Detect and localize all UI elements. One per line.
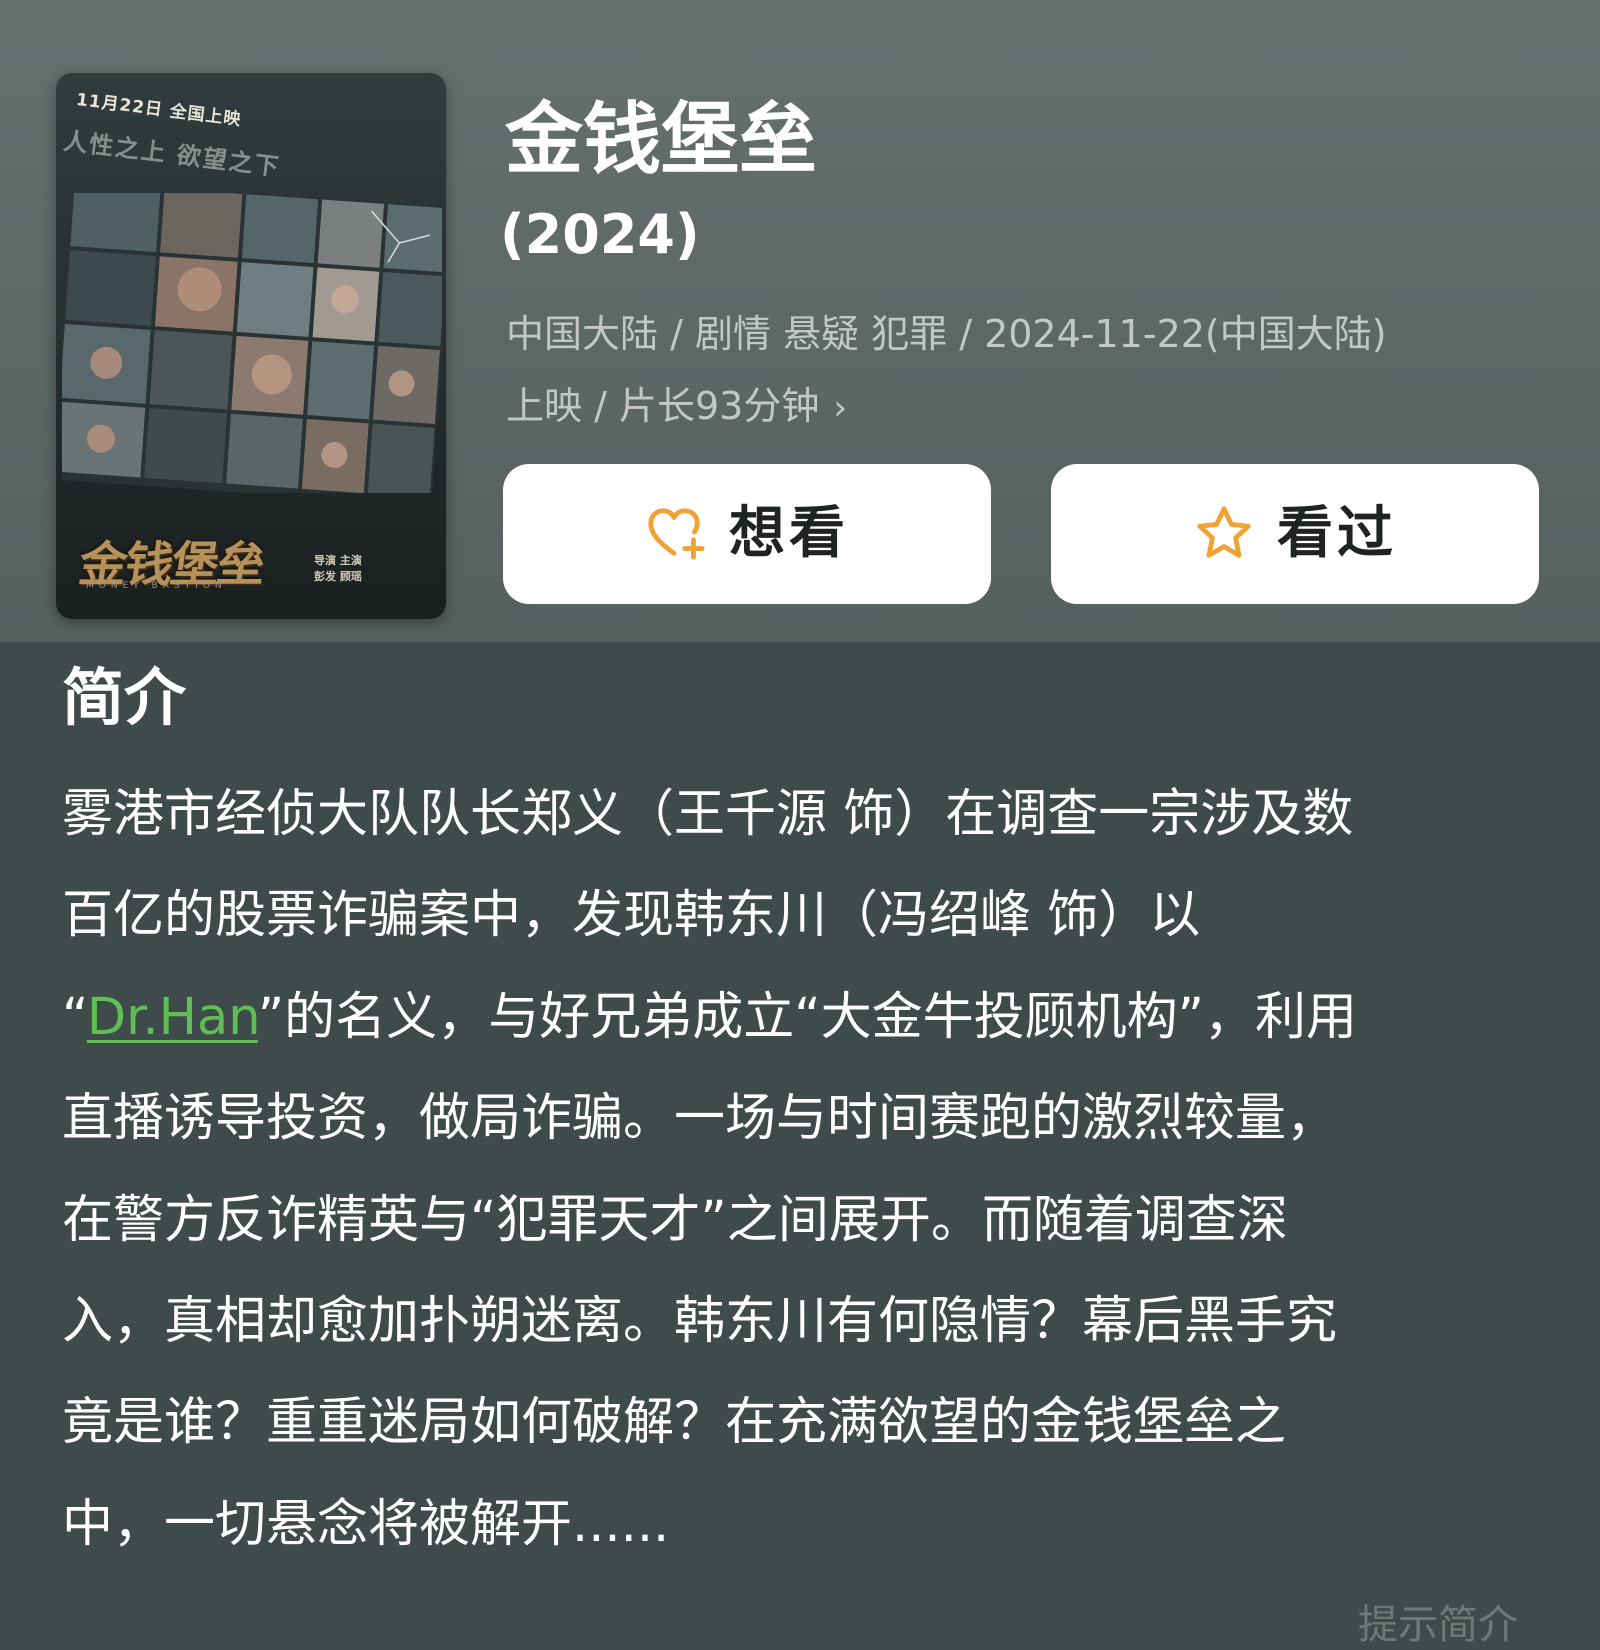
synopsis-line: 在警方反诈精英与“犯罪天才”之间展开。而随着调查深 xyxy=(62,1190,1288,1250)
poster-credits-roles: 导演 主演 xyxy=(314,554,362,567)
synopsis-line: 百亿的股票诈骗案中，发现韩东川（冯绍峰 饰）以 xyxy=(62,886,1201,946)
movie-title: 金钱堡垒 xyxy=(505,95,818,185)
movie-year: (2024) xyxy=(500,203,700,266)
synopsis-line: 雾港市经侦大队队长郑义（王千源 饰）在调查一宗涉及数 xyxy=(62,785,1354,844)
synopsis-line: 竟是谁？重重迷局如何破解？在充满欲望的金钱堡垒之 xyxy=(62,1393,1287,1453)
poster-credits: 导演 主演 彭发 顾瑶 xyxy=(314,553,362,585)
movie-poster[interactable]: 11月22日 全国上映 人性之上 欲望之下 金钱堡垒 MONEY BASTION… xyxy=(56,73,446,619)
synopsis-fold-hint[interactable]: 提示简介 xyxy=(1358,1592,1518,1650)
movie-meta-runtime: 上映 / 片长93分钟 xyxy=(506,384,820,428)
synopsis-line: “Dr.Han”的名义，与好兄弟成立“大金牛投顾机构”，利用 xyxy=(62,967,1542,1068)
movie-meta-line1: 中国大陆 / 剧情 悬疑 犯罪 / 2024-11-22(中国大陆) xyxy=(506,312,1387,356)
watched-label: 看过 xyxy=(1277,501,1397,566)
synopsis-line: 中，一切悬念将被解开...... xyxy=(62,1494,670,1554)
synopsis-heading: 简介 xyxy=(62,661,187,734)
watched-button[interactable]: 看过 xyxy=(1051,464,1539,604)
star-outline-icon xyxy=(1193,503,1255,565)
movie-meta-line2: 上映 / 片长93分钟 › xyxy=(506,370,1546,444)
heart-plus-icon xyxy=(645,503,707,565)
poster-monitor-wall xyxy=(62,193,442,493)
want-to-watch-button[interactable]: 想看 xyxy=(503,464,991,604)
synopsis-line-rest: ”的名义，与好兄弟成立“大金牛投顾机构”，利用 xyxy=(257,987,1358,1047)
synopsis-line: 入，真相却愈加扑朔迷离。韩东川有何隐情？幕后黑手究 xyxy=(62,1292,1338,1352)
poster-credits-names: 彭发 顾瑶 xyxy=(314,570,362,583)
want-to-watch-label: 想看 xyxy=(729,501,849,566)
poster-tagline: 人性之上 欲望之下 xyxy=(61,126,283,182)
chevron-right-icon[interactable]: › xyxy=(833,372,847,444)
movie-meta[interactable]: 中国大陆 / 剧情 悬疑 犯罪 / 2024-11-22(中国大陆) 上映 / … xyxy=(506,298,1546,444)
dr-han-link[interactable]: Dr.Han xyxy=(87,988,258,1047)
poster-release-date: 11月22日 全国上映 xyxy=(74,89,243,131)
synopsis-text: 雾港市经侦大队队长郑义（王千源 饰）在调查一宗涉及数 百亿的股票诈骗案中，发现韩… xyxy=(62,764,1542,1575)
synopsis-quote-open: “ xyxy=(62,987,87,1047)
movie-header: 11月22日 全国上映 人性之上 欲望之下 金钱堡垒 MONEY BASTION… xyxy=(0,0,1600,642)
poster-logo-subtitle: MONEY BASTION xyxy=(86,581,227,591)
synopsis-line: 直播诱导投资，做局诈骗。一场与时间赛跑的激烈较量， xyxy=(62,1089,1338,1149)
